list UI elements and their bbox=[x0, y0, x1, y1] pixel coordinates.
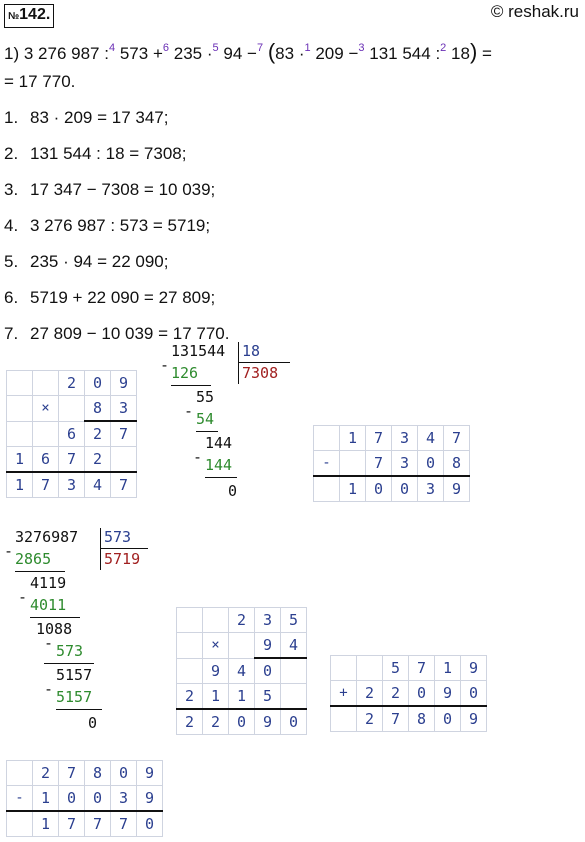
copyright-text: © reshak.ru bbox=[490, 2, 579, 21]
step-5: 5. 235 · 94 = 22 090; bbox=[4, 252, 169, 271]
subtraction-17347-7308: 17347 -7308 10039 bbox=[313, 425, 470, 502]
multiplication-209-83: 209 × 8 3 627 1672 17347 bbox=[6, 370, 137, 498]
problem-number: №142. bbox=[4, 4, 55, 28]
division-3276987-573: 3276987 573 5719 - 2865 4119 - 4011 1088… bbox=[4, 526, 164, 746]
addition-5719-22090: 5719 +2 2 0 9 0 27809 bbox=[330, 655, 487, 732]
expression-result: = 17 770. bbox=[4, 72, 76, 91]
step-4: 4. 3 276 987 : 573 = 5719; bbox=[4, 216, 211, 235]
step-3: 3. 17 347 − 7308 = 10 039; bbox=[4, 180, 216, 199]
step-6: 6. 5719 + 22 090 = 27 809; bbox=[4, 288, 216, 307]
multiplication-235-94: 235 × 9 4 940 2115 22090 bbox=[176, 607, 307, 735]
step-1: 1. 83 · 209 = 17 347; bbox=[4, 108, 169, 127]
step-2: 2. 131 544 : 18 = 7308; bbox=[4, 144, 187, 163]
main-expression: 1) 3 276 987 :4 573 +6 235 ·5 94 −7 (83 … bbox=[4, 39, 492, 64]
division-131544-18: 131544 18 7308 - 126 55 - 54 144 - 144 0 bbox=[160, 340, 300, 510]
subtraction-27809-10039: 27809 -10039 17770 bbox=[6, 760, 163, 837]
